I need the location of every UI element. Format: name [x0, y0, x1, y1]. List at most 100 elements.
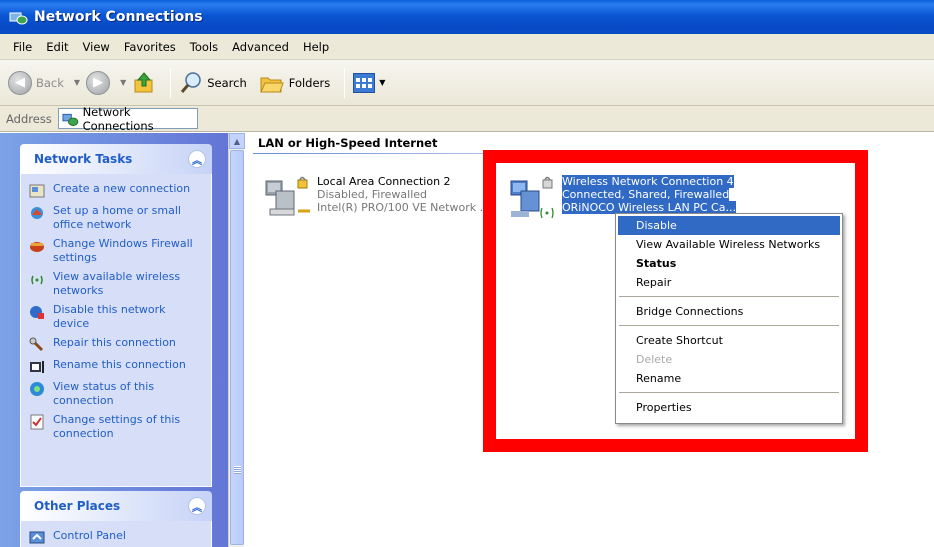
menu-item-view-wireless[interactable]: View Available Wireless Networks — [618, 235, 840, 254]
task-label: View available wireless networks — [53, 270, 181, 297]
address-field[interactable]: Network Connections — [57, 105, 198, 133]
place-label: Control Panel — [53, 529, 126, 542]
network-tasks-header[interactable]: Network Tasks ︽ — [20, 144, 212, 174]
task-label: Rename this connection — [53, 358, 186, 371]
connection-text: Local Area Connection 2 Disabled, Firewa… — [317, 175, 490, 221]
menu-bar: File Edit View Favorites Tools Advanced … — [0, 34, 934, 60]
menu-edit[interactable]: Edit — [39, 38, 75, 56]
task-label: View status of this connection — [53, 380, 155, 407]
toolbar-separator-2 — [344, 67, 346, 98]
group-header: LAN or High-Speed Internet — [258, 136, 438, 150]
task-home-network[interactable]: Set up a home or small office network — [29, 204, 205, 232]
task-label: Repair this connection — [53, 336, 176, 349]
group-divider — [253, 153, 763, 154]
task-rename-connection[interactable]: Rename this connection — [29, 358, 205, 375]
connection-name: Wireless Network Connection 4 — [562, 175, 734, 188]
task-view-status[interactable]: View status of this connection — [29, 380, 205, 408]
wireless-icon — [31, 275, 43, 285]
task-label: Set up a home or small office network — [53, 204, 181, 231]
toolbar: ◀ Back ▼ ▶ ▼ Search Folders ▼ — [0, 60, 934, 106]
back-label: Back — [36, 75, 64, 90]
views-dropdown-icon: ▼ — [379, 78, 386, 87]
repair-icon — [29, 337, 44, 352]
task-create-connection[interactable]: Create a new connection — [29, 182, 205, 199]
back-button[interactable]: ◀ Back — [8, 70, 64, 95]
connection-status: Connected, Shared, Firewalled — [562, 188, 730, 201]
folders-button[interactable]: Folders — [259, 72, 331, 94]
menu-item-status[interactable]: Status — [618, 254, 840, 273]
firewall-icon — [30, 242, 44, 252]
menu-favorites[interactable]: Favorites — [117, 38, 183, 56]
title-bar: Network Connections — [0, 0, 934, 34]
search-label: Search — [207, 75, 247, 90]
menu-tools[interactable]: Tools — [183, 38, 225, 56]
menu-item-delete: Delete — [636, 353, 673, 366]
search-button[interactable]: Search — [179, 71, 247, 95]
menu-view[interactable]: View — [76, 38, 117, 56]
task-wireless-networks[interactable]: View available wireless networks — [29, 270, 205, 298]
forward-dropdown-icon[interactable]: ▼ — [120, 78, 126, 87]
toolbar-separator — [170, 67, 172, 98]
network-connections-icon — [62, 113, 79, 126]
wireless-connection-icon — [510, 176, 554, 219]
network-tasks-box: Network Tasks ︽ Create a new connection … — [20, 144, 212, 487]
address-value: Network Connections — [82, 104, 154, 133]
window-title: Network Connections — [34, 9, 203, 25]
menu-separator — [619, 325, 839, 326]
back-arrow-icon: ◀ — [8, 70, 32, 95]
place-control-panel[interactable]: Control Panel — [29, 529, 205, 546]
task-firewall-settings[interactable]: Change Windows Firewall settings — [29, 237, 205, 265]
menu-item-properties[interactable]: Properties — [618, 398, 840, 417]
collapse-icon[interactable]: ︽ — [188, 497, 206, 515]
menu-advanced[interactable]: Advanced — [225, 38, 296, 56]
menu-item-disable[interactable]: Disable — [618, 216, 840, 235]
menu-item-repair[interactable]: Repair — [618, 273, 840, 292]
address-label: Address — [6, 111, 52, 126]
context-menu: Disable View Available Wireless Networks… — [615, 213, 843, 424]
other-places-box: Other Places ︽ Control Panel — [20, 491, 212, 547]
task-pane: Network Tasks ︽ Create a new connection … — [0, 133, 228, 547]
scroll-up-icon[interactable]: ▲ — [229, 133, 245, 149]
task-pane-scrollbar[interactable]: ▲ — [228, 133, 245, 547]
connection-status: Disabled, Firewalled — [317, 188, 428, 201]
menu-help[interactable]: Help — [296, 38, 336, 56]
other-places-header[interactable]: Other Places ︽ — [20, 491, 212, 521]
forward-button[interactable]: ▶ — [86, 70, 111, 95]
task-disable-device[interactable]: Disable this network device — [29, 303, 205, 331]
menu-separator — [619, 296, 839, 297]
control-panel-icon — [29, 531, 45, 544]
lan-connection-icon — [265, 176, 310, 216]
views-icon — [353, 72, 376, 93]
network-connections-icon — [9, 12, 28, 25]
scroll-thumb[interactable] — [230, 150, 244, 545]
views-button[interactable]: ▼ — [353, 72, 391, 93]
connection-local-area[interactable]: Local Area Connection 2 Disabled, Firewa… — [262, 175, 490, 221]
disable-device-icon — [30, 306, 44, 319]
menu-item-bridge[interactable]: Bridge Connections — [618, 302, 840, 321]
back-dropdown-icon[interactable]: ▼ — [74, 78, 80, 87]
task-label: Create a new connection — [53, 182, 191, 195]
task-repair-connection[interactable]: Repair this connection — [29, 336, 205, 353]
search-icon — [181, 71, 201, 93]
up-button[interactable] — [132, 71, 156, 95]
connection-device: Intel(R) PRO/100 VE Network ... — [317, 201, 491, 214]
new-connection-icon — [29, 184, 45, 198]
forward-arrow-icon: ▶ — [86, 70, 111, 95]
scroll-grip — [234, 466, 241, 474]
rename-icon — [30, 361, 44, 373]
menu-file[interactable]: File — [6, 38, 39, 56]
folder-up-icon — [134, 71, 153, 92]
task-label: Change settings of this connection — [53, 413, 181, 440]
menu-item-create-shortcut[interactable]: Create Shortcut — [618, 331, 840, 350]
connection-name: Local Area Connection 2 — [317, 175, 451, 188]
other-places-title: Other Places — [34, 499, 121, 513]
collapse-icon[interactable]: ︽ — [188, 150, 206, 168]
address-bar: Address Network Connections — [0, 105, 934, 133]
home-network-icon — [31, 207, 43, 219]
menu-separator — [619, 392, 839, 393]
menu-item-rename[interactable]: Rename — [618, 369, 840, 388]
task-change-settings[interactable]: Change settings of this connection — [29, 413, 205, 441]
task-label: Disable this network device — [53, 303, 166, 330]
network-tasks-list: Create a new connection Set up a home or… — [20, 174, 212, 487]
folders-label: Folders — [288, 75, 331, 90]
